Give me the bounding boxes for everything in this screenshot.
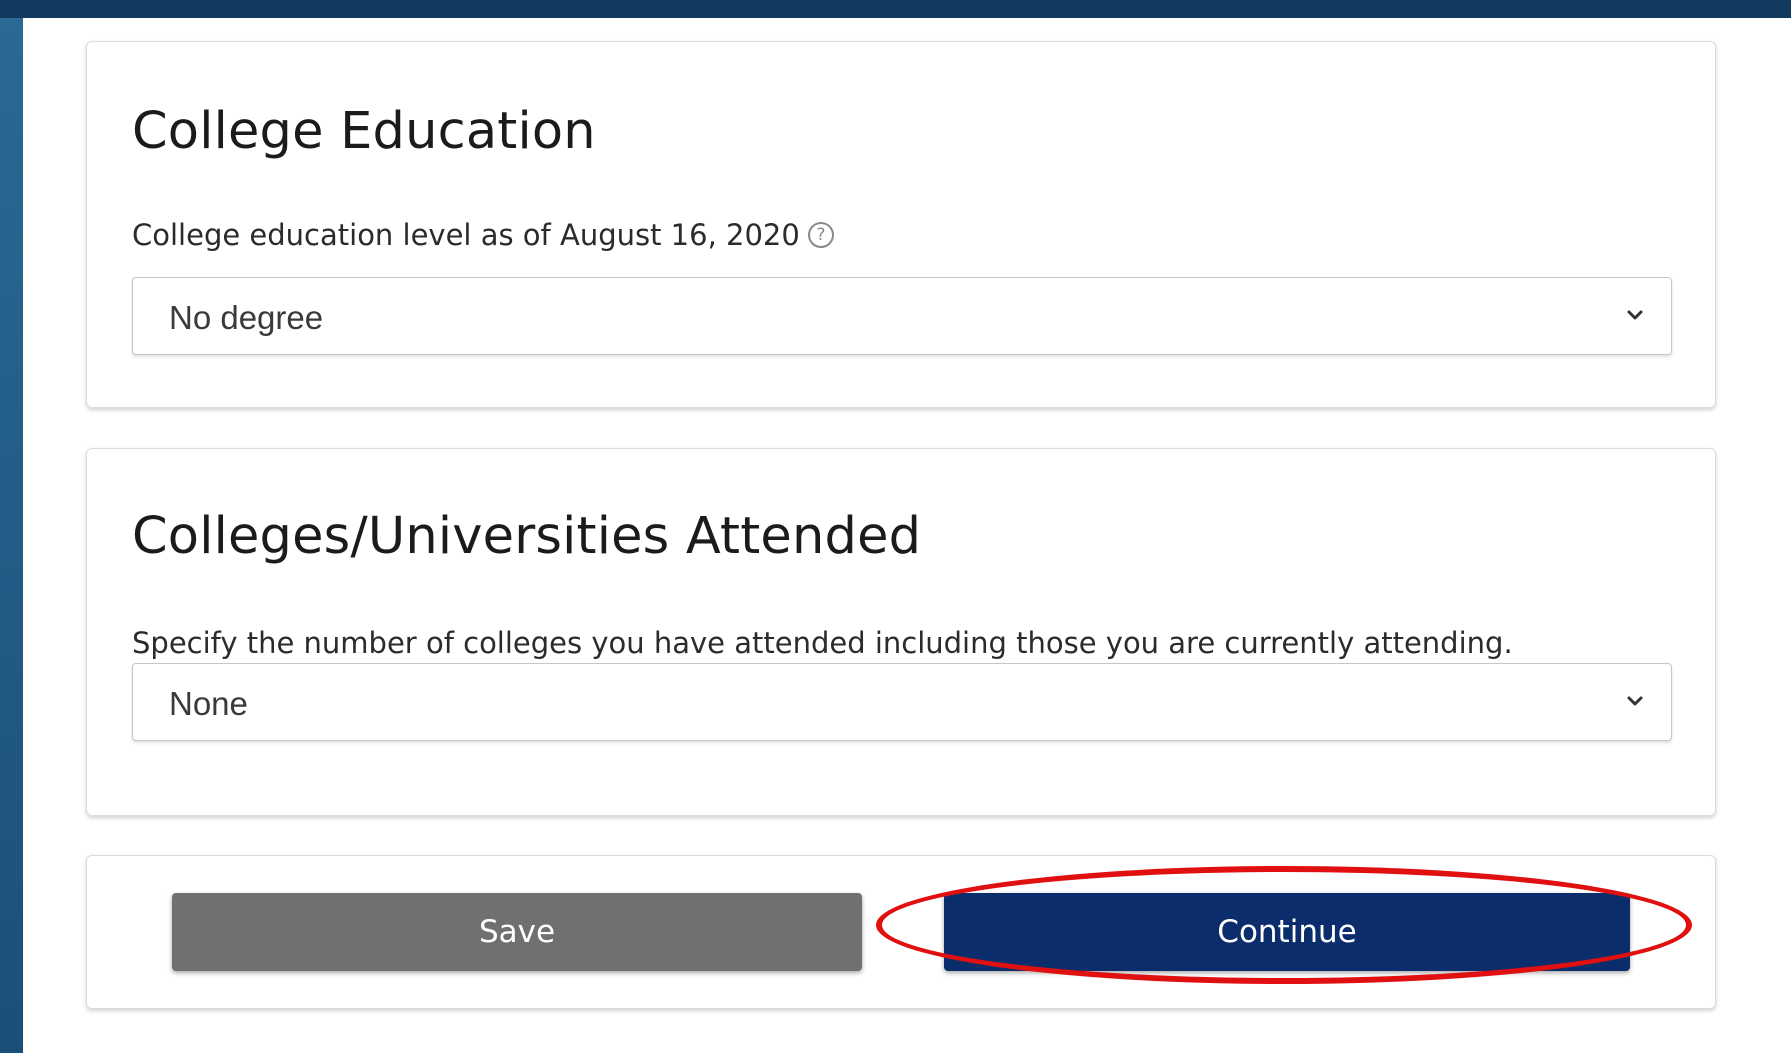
form-actions-card: Save Continue — [86, 855, 1716, 1009]
question-circle-icon[interactable]: ? — [807, 222, 834, 248]
education-level-label-text: College education level as of August 16,… — [132, 218, 800, 252]
colleges-count-value: None — [169, 685, 248, 722]
college-education-title: College Education — [132, 102, 596, 161]
colleges-attended-card: Colleges/Universities Attended Specify t… — [86, 448, 1716, 816]
college-education-card: College Education College education leve… — [86, 41, 1716, 408]
form-page: College Education College education leve… — [23, 18, 1791, 1053]
top-bar — [0, 0, 1791, 18]
colleges-count-label: Specify the number of colleges you have … — [132, 626, 1513, 660]
continue-button[interactable]: Continue — [944, 893, 1630, 971]
colleges-count-select[interactable]: None — [132, 663, 1672, 741]
save-button[interactable]: Save — [172, 893, 862, 971]
chevron-down-icon — [1627, 310, 1643, 320]
education-level-select[interactable]: No degree — [132, 277, 1672, 355]
education-level-value: No degree — [169, 299, 324, 336]
education-level-label: College education level as of August 16,… — [132, 218, 834, 252]
colleges-attended-title: Colleges/Universities Attended — [132, 507, 922, 566]
chevron-down-icon — [1627, 696, 1643, 706]
